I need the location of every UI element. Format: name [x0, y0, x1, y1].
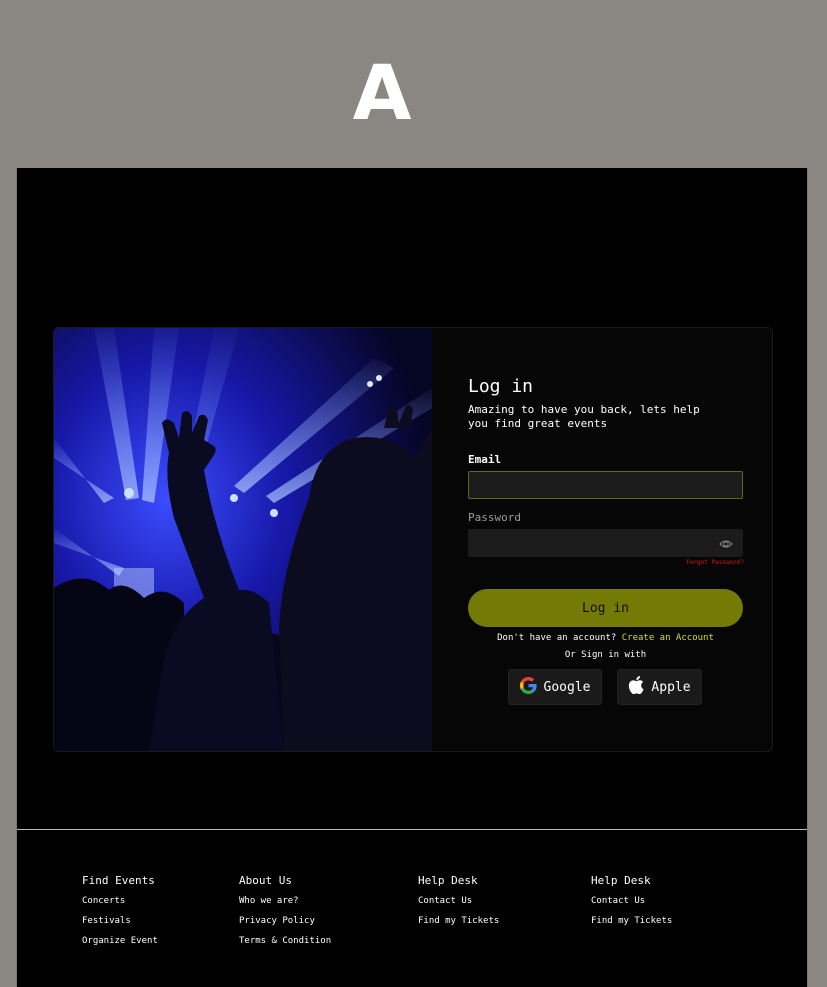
signup-prompt-text: Don't have an account? [497, 633, 617, 643]
page-heading-letter: A [352, 48, 413, 137]
footer-link-festivals[interactable]: Festivals [82, 916, 158, 927]
concert-hero-image [54, 328, 432, 751]
footer-link-terms[interactable]: Terms & Condition [239, 936, 331, 947]
apple-icon [628, 676, 644, 698]
signup-prompt: Don't have an account? Create an Account [468, 633, 743, 643]
footer-link-organize-event[interactable]: Organize Event [82, 936, 158, 947]
footer-column-find-events: Find Events Concerts Festivals Organize … [82, 874, 158, 956]
google-signin-button[interactable]: Google [508, 669, 602, 705]
login-title: Log in [468, 376, 534, 397]
login-subtitle: Amazing to have you back, lets help you … [468, 403, 700, 430]
email-label: Email [468, 453, 502, 466]
footer-link-contact-us[interactable]: Contact Us [591, 896, 672, 907]
google-icon [519, 676, 537, 698]
create-account-link[interactable]: Create an Account [622, 633, 714, 643]
footer-column-help-desk: Help Desk Contact Us Find my Tickets [418, 874, 499, 936]
footer-heading: Help Desk [418, 874, 478, 887]
google-label: Google [543, 679, 591, 695]
footer-heading: About Us [239, 874, 292, 887]
footer-link-contact-us[interactable]: Contact Us [418, 896, 499, 907]
footer-link-find-tickets[interactable]: Find my Tickets [418, 916, 499, 927]
app-frame: Log in Amazing to have you back, lets he… [16, 168, 808, 987]
or-sign-in-text: Or Sign in with [564, 650, 647, 660]
password-field[interactable] [468, 529, 743, 557]
eye-icon[interactable] [719, 536, 733, 550]
footer-heading: Find Events [82, 874, 155, 887]
apple-label: Apple [651, 679, 691, 695]
footer-link-privacy-policy[interactable]: Privacy Policy [239, 916, 331, 927]
login-form: Log in Amazing to have you back, lets he… [468, 328, 744, 751]
footer-link-who-we-are[interactable]: Who we are? [239, 896, 331, 907]
footer-column-help-desk-2: Help Desk Contact Us Find my Tickets [591, 874, 672, 936]
email-field[interactable] [468, 471, 743, 499]
login-button[interactable]: Log in [468, 589, 743, 627]
footer-link-find-tickets[interactable]: Find my Tickets [591, 916, 672, 927]
login-card: Log in Amazing to have you back, lets he… [53, 327, 773, 752]
footer-heading: Help Desk [591, 874, 651, 887]
footer-link-concerts[interactable]: Concerts [82, 896, 158, 907]
password-label: Password [468, 511, 521, 524]
footer-divider [17, 829, 807, 830]
forgot-password-link[interactable]: Forgot Password? [686, 559, 744, 566]
footer-column-about-us: About Us Who we are? Privacy Policy Term… [239, 874, 331, 956]
apple-signin-button[interactable]: Apple [617, 669, 702, 705]
